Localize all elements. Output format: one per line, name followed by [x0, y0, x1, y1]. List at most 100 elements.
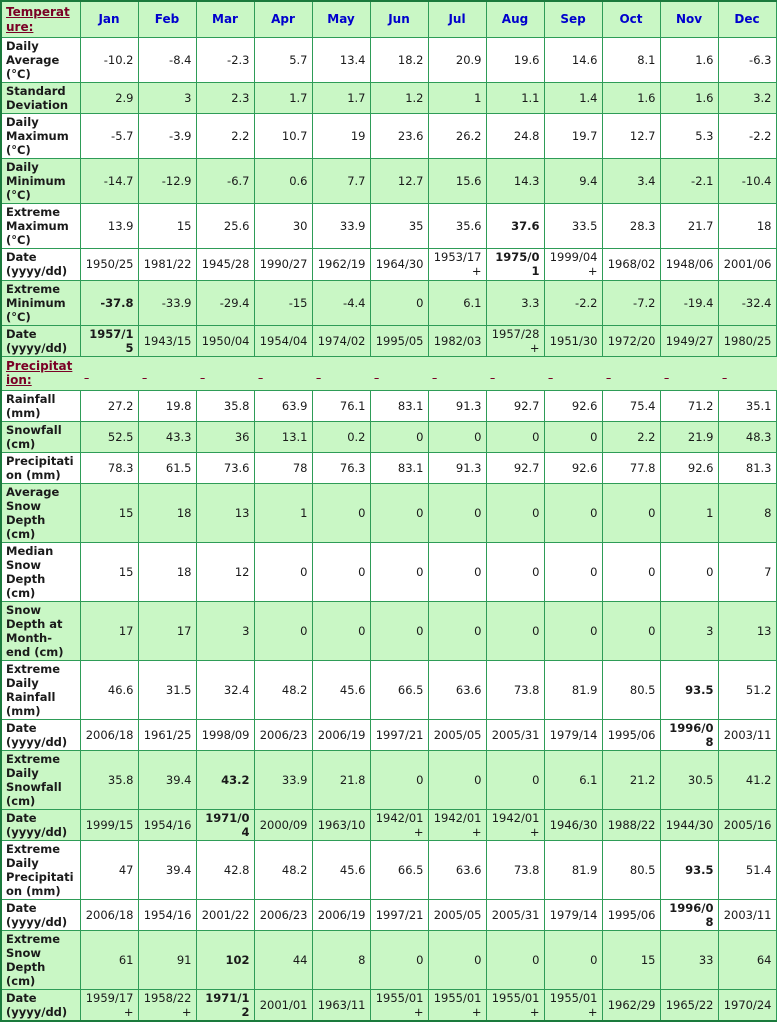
cell-jan: 46.6	[79, 660, 139, 721]
cell-dec: 1980/25	[717, 324, 777, 357]
cell-sep: 1999/04+	[543, 248, 603, 281]
cell-mar: 2001/22	[195, 899, 255, 932]
cell-mar: -6.7	[195, 158, 255, 205]
cell-aug: 14.3	[485, 158, 545, 205]
row-label-date-yyyydd: Date (yyyy/dd)	[0, 809, 81, 842]
cell-may: 0.2	[311, 420, 371, 453]
cell-nov: 92.6	[659, 451, 719, 484]
row-label-average-snow-depth-cm: Average Snow Depth (cm)	[0, 482, 81, 543]
cell-nov: 1.6	[659, 82, 719, 115]
cell-jul: 63.6	[427, 840, 487, 901]
table-row: Average Snow Depth (cm)1518131000000185A	[0, 482, 777, 543]
cell-apr: 63.9	[253, 389, 313, 422]
row-label-extreme-daily-rainfall-mm: Extreme Daily Rainfall (mm)	[0, 660, 81, 721]
cell-sep: -2.2	[543, 279, 603, 326]
cell-sep: 14.6	[543, 37, 603, 84]
cell-nov: 1948/06	[659, 248, 719, 281]
cell-nov: 30.5	[659, 750, 719, 811]
row-label-median-snow-depth-cm: Median Snow Depth (cm)	[0, 541, 81, 603]
cell-sep: 9.4	[543, 158, 603, 205]
cell-jun: 83.1	[369, 451, 429, 484]
climate-data-table: Temperature: Jan Feb Mar Apr May Jun Jul Aug Sep O…	[0, 0, 777, 1022]
cell-jul: 26.2	[427, 113, 487, 160]
cell-mar: 102	[195, 930, 255, 991]
cell-may: 1962/19	[311, 248, 371, 281]
cell-aug: 19.6	[485, 37, 545, 84]
cell-feb: 39.4	[137, 840, 197, 901]
cell-sep: 81.9	[543, 660, 603, 721]
cell-nov: 5.3	[659, 113, 719, 160]
cell-aug: 92.7	[485, 451, 545, 484]
cell-oct: 0	[601, 482, 661, 543]
cell-may: 1963/11	[311, 989, 371, 1022]
table-row: Rainfall (mm) 27.2 19.8 35.8 63.9 76.1 83.1 91.…	[0, 389, 777, 422]
cell-jan: -14.7	[79, 158, 139, 205]
cell-jul: 15.6	[427, 158, 487, 205]
table-row: Extreme Daily Snowfall (cm) 35.8 39.4 43.2 3…	[0, 750, 777, 811]
cell-may: 0	[311, 541, 371, 603]
cell-jun: 83.1	[369, 389, 429, 422]
cell-apr: 0	[253, 541, 313, 603]
cell-apr: -15	[253, 279, 313, 326]
cell-feb: 39.4	[137, 750, 197, 811]
section-divider-filler	[543, 355, 603, 391]
cell-sep: 0	[543, 541, 603, 603]
cell-jul: 0	[427, 930, 487, 991]
section-divider-filler	[427, 355, 487, 391]
cell-jul: 0	[427, 420, 487, 453]
cell-sep: 1979/14	[543, 719, 603, 752]
cell-may: 45.6	[311, 660, 371, 721]
cell-apr: 1	[253, 482, 313, 543]
table-row: Extreme Maximum (°C) 13.9 15 25.6 30 33.9 35 35…	[0, 203, 777, 250]
cell-feb: 31.5	[137, 660, 197, 721]
cell-apr: 48.2	[253, 660, 313, 721]
cell-apr: 2001/01	[253, 989, 313, 1022]
cell-jul: 35.6	[427, 203, 487, 250]
cell-dec: -32.4	[717, 279, 777, 326]
cell-oct: 1.6	[601, 82, 661, 115]
cell-oct: 1995/06	[601, 719, 661, 752]
cell-jul: 1953/17+	[427, 248, 487, 281]
table-header-row: Temperature: Jan Feb Mar Apr May Jun Jul Aug Sep O…	[0, 0, 777, 39]
cell-apr: 5.7	[253, 37, 313, 84]
cell-aug: 3.3	[485, 279, 545, 326]
cell-oct: 8.1	[601, 37, 661, 84]
cell-dec: 64	[717, 930, 777, 991]
cell-oct: 1962/29	[601, 989, 661, 1022]
cell-may: 13.4	[311, 37, 371, 84]
cell-feb: 1943/15	[137, 324, 197, 357]
cell-sep: 1955/01+	[543, 989, 603, 1022]
section-divider-filler	[195, 355, 255, 391]
cell-jun: 35	[369, 203, 429, 250]
cell-jan: 13.9	[79, 203, 139, 250]
cell-sep: 0	[543, 930, 603, 991]
cell-jun: 1955/01+	[369, 989, 429, 1022]
cell-oct: 3.4	[601, 158, 661, 205]
table-row: Extreme Daily Rainfall (mm) 46.6 31.5 32.4 4…	[0, 660, 777, 721]
cell-jan: 52.5	[79, 420, 139, 453]
cell-apr: 78	[253, 451, 313, 484]
cell-apr: 1990/27	[253, 248, 313, 281]
cell-mar: 1945/28	[195, 248, 255, 281]
cell-sep: 0	[543, 601, 603, 662]
cell-aug: 2005/31	[485, 719, 545, 752]
section-divider-filler	[659, 355, 719, 391]
cell-oct: -7.2	[601, 279, 661, 326]
cell-mar: 43.2	[195, 750, 255, 811]
cell-feb: 91	[137, 930, 197, 991]
table-row: Daily Maximum (°C) -5.7 -3.9 2.2 10.7 19 23.6 2…	[0, 113, 777, 160]
column-header-sep: Sep	[543, 0, 603, 39]
cell-jun: 1997/21	[369, 899, 429, 932]
section-divider-filler	[717, 355, 777, 391]
cell-oct: 80.5	[601, 660, 661, 721]
section-divider-filler	[601, 355, 661, 391]
cell-sep: 1979/14	[543, 899, 603, 932]
row-label-standard-deviation: Standard Deviation	[0, 82, 81, 115]
row-label-extreme-maximum-c: Extreme Maximum (°C)	[0, 203, 81, 250]
cell-oct: 1968/02	[601, 248, 661, 281]
cell-may: 2006/19	[311, 899, 371, 932]
cell-sep: 1.4	[543, 82, 603, 115]
cell-jun: 0	[369, 482, 429, 543]
cell-dec: 3.2	[717, 82, 777, 115]
cell-apr: 33.9	[253, 750, 313, 811]
